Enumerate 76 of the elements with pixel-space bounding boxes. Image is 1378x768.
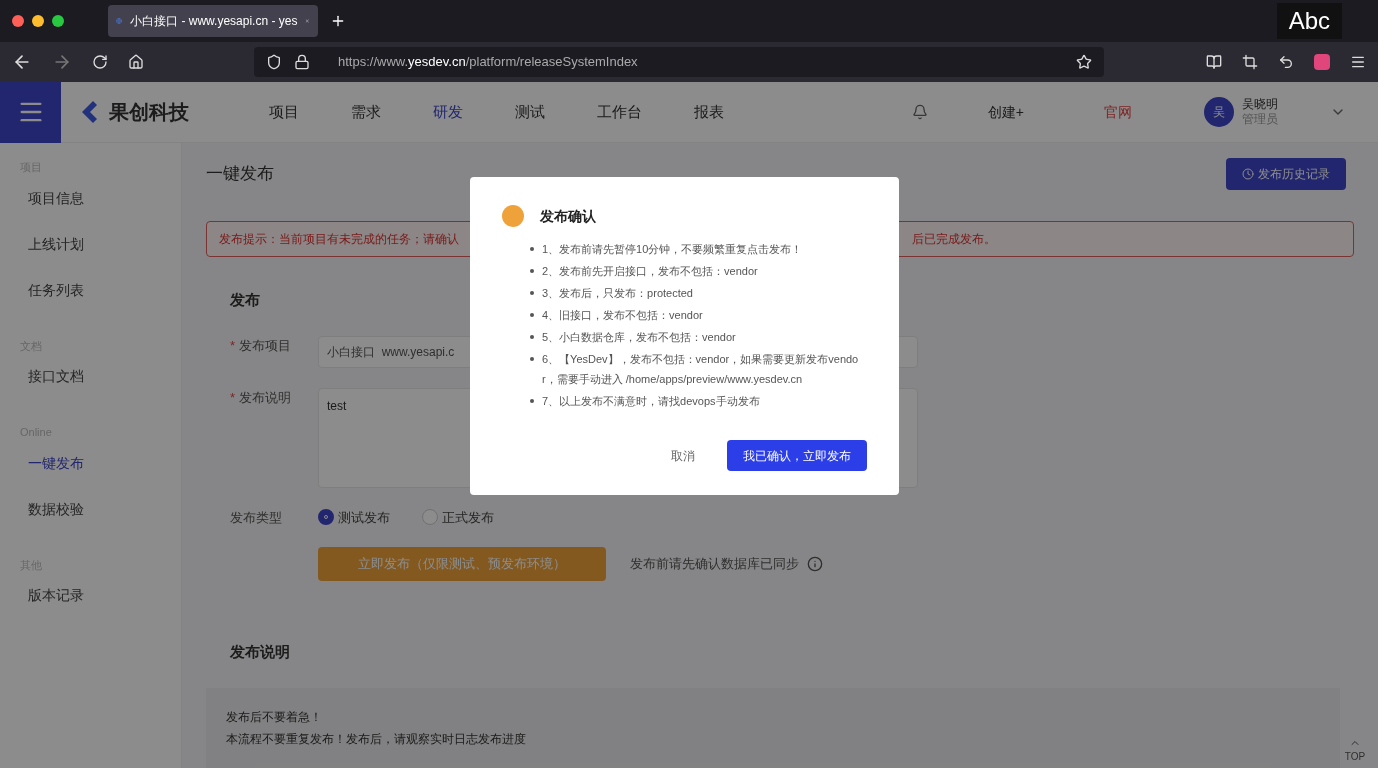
alert-text: 后已完成发布。 — [912, 231, 996, 248]
reader-icon[interactable] — [1206, 54, 1222, 70]
browser-tab[interactable]: 小白接口 - www.yesapi.cn - yes — [108, 5, 318, 37]
undo-icon[interactable] — [1278, 54, 1294, 70]
required-asterisk: * — [230, 388, 236, 407]
bullet-icon — [530, 399, 534, 403]
field-label: 发布说明 — [239, 388, 292, 407]
sidebar-item[interactable]: 任务列表 — [28, 279, 181, 326]
crop-icon[interactable] — [1242, 54, 1258, 70]
dialog-list-item: 5、小白数据仓库，发布不包括：vendor — [542, 330, 736, 345]
home-icon[interactable] — [128, 54, 144, 70]
nav-item[interactable]: 项目 — [269, 100, 299, 124]
alert-text: 发布提示：当前项目有未完成的任务；请确认 — [219, 231, 459, 248]
notification-bell-icon[interactable] — [911, 104, 928, 120]
create-link[interactable]: 创建+ — [987, 101, 1024, 123]
input-method-indicator: Abc — [1276, 3, 1342, 39]
bullet-icon — [530, 357, 534, 361]
bullet-icon — [530, 335, 534, 339]
dialog-list-item: 4、旧接口，发布不包括：vendor — [542, 308, 703, 323]
dialog-list-item: 1、发布前请先暂停10分钟，不要频繁重复点击发布！ — [542, 242, 803, 257]
bookmark-star-icon[interactable] — [1076, 54, 1092, 70]
address-bar[interactable]: https://www.yesdev.cn/platform/releaseSystemIndex — [254, 47, 1104, 77]
warning-icon — [502, 205, 524, 227]
cancel-button[interactable]: 取消 — [671, 446, 695, 465]
sidebar-item[interactable]: 项目信息 — [28, 187, 181, 234]
nav-item[interactable]: 工作台 — [597, 100, 642, 124]
hint-text: 发布前请先确认数据库已同步 — [630, 555, 799, 574]
menu-icon[interactable] — [1350, 54, 1366, 70]
bullet-icon — [530, 291, 534, 295]
bullet-icon — [530, 247, 534, 251]
radio-label[interactable]: 测试发布 — [338, 507, 390, 527]
nav-item[interactable]: 研发 — [433, 100, 463, 124]
shield-icon — [266, 54, 282, 70]
url-text: https://www.yesdev.cn/platform/releaseSystemIndex — [338, 53, 638, 72]
page-title: 一键发布 — [206, 163, 274, 186]
nav-item[interactable]: 报表 — [694, 100, 724, 124]
sidebar-item[interactable]: 接口文档 — [28, 366, 181, 412]
dialog-list-item: 2、发布前先开启接口，发布不包括：vendor — [542, 264, 758, 279]
dialog-title: 发布确认 — [540, 206, 596, 226]
reload-icon[interactable] — [92, 54, 108, 70]
dialog-list-item: 6、【YesDev】，发布不包括：vendor，如果需要更新发布vendor，需要手动进入 /home/apps/preview/www.yesdev.cn — [542, 352, 860, 387]
section-title: 发布 — [230, 290, 260, 310]
lock-icon — [294, 54, 310, 70]
field-label: 发布类型 — [230, 508, 283, 527]
info-icon[interactable] — [807, 556, 823, 572]
user-name: 吴晓明 — [1242, 97, 1278, 112]
menu-toggle[interactable] — [0, 81, 61, 143]
note-text: 本流程不要重复发布！发布后，请观察实时日志发布进度 — [226, 730, 527, 748]
minimize-window-icon[interactable] — [32, 15, 44, 27]
extension-icon[interactable] — [1314, 54, 1330, 70]
radio-button[interactable] — [318, 509, 334, 526]
logo-text: 果创科技 — [109, 100, 189, 125]
radio-label[interactable]: 正式发布 — [442, 507, 494, 527]
history-button[interactable]: 发布历史记录 — [1226, 158, 1346, 190]
dialog-list-item: 7、以上发布不满意时，请找devops手动发布 — [542, 394, 760, 409]
sidebar-item[interactable]: 数据校验 — [28, 498, 181, 545]
dialog-list-item: 3、发布后，只发布：protected — [542, 286, 693, 301]
site-link[interactable]: 官网 — [1104, 101, 1132, 123]
nav-item[interactable]: 测试 — [515, 100, 545, 124]
bullet-icon — [530, 313, 534, 317]
confirm-button[interactable]: 我已确认，立即发布 — [727, 440, 867, 471]
new-tab-icon[interactable] — [330, 13, 346, 29]
bullet-icon — [530, 269, 534, 273]
note-text: 发布后不要着急！ — [226, 708, 323, 726]
sidebar-item[interactable]: 一键发布 — [28, 452, 181, 499]
close-window-icon[interactable] — [12, 15, 24, 27]
zoom-window-icon[interactable] — [52, 15, 64, 27]
section-title: 发布说明 — [230, 642, 290, 662]
required-asterisk: * — [230, 336, 236, 355]
field-label: 发布项目 — [239, 336, 292, 355]
user-avatar[interactable]: 吴 — [1204, 97, 1234, 127]
nav-item[interactable]: 需求 — [351, 100, 381, 124]
sidebar-item[interactable]: 版本记录 — [28, 585, 181, 631]
tab-title: 小白接口 - www.yesapi.cn - yes — [130, 13, 298, 30]
sidebar-item[interactable]: 上线计划 — [28, 233, 181, 280]
clock-icon — [1242, 168, 1254, 180]
